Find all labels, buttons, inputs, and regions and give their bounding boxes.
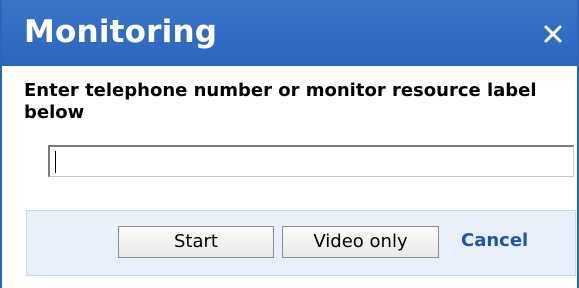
cancel-link[interactable]: Cancel (461, 230, 528, 251)
input-prompt: Enter telephone number or monitor resour… (24, 80, 537, 123)
start-button[interactable]: Start (118, 226, 274, 258)
telephone-input-field[interactable] (48, 145, 574, 177)
monitoring-dialog: Monitoring Enter telephone number or mon… (0, 0, 579, 288)
dialog-titlebar: Monitoring (2, 0, 577, 66)
text-caret (55, 151, 56, 173)
dialog-footer: Start Video only Cancel (26, 210, 576, 276)
close-icon-glyph (544, 25, 562, 43)
telephone-input[interactable] (50, 147, 573, 176)
close-icon[interactable] (539, 20, 567, 48)
video-only-button[interactable]: Video only (282, 226, 439, 258)
dialog-title: Monitoring (24, 14, 218, 50)
